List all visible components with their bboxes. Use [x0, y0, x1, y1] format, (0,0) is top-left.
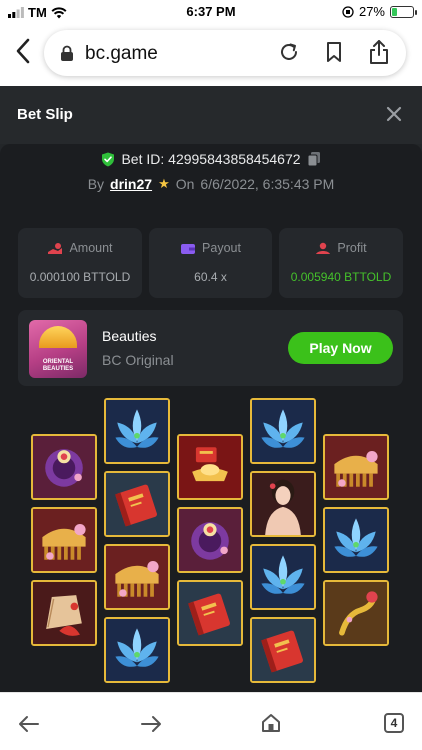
game-thumbnail[interactable]: ORIENTAL BEAUTIES — [29, 320, 87, 378]
reel-symbol-comb — [323, 434, 389, 500]
game-name: Beauties — [102, 328, 157, 344]
reel-symbol-book — [250, 617, 316, 683]
reload-icon[interactable] — [278, 41, 300, 63]
reel-symbol-lotus — [104, 617, 170, 683]
star-badge-icon: ★ — [158, 176, 170, 191]
bet-id: Bet ID: 42995843858454672 — [121, 151, 301, 167]
stat-payout-label: Payout — [202, 241, 241, 255]
bet-date: 6/6/2022, 6:35:43 PM — [200, 176, 335, 192]
stat-amount: Amount 0.000100 BTTOLD — [18, 228, 142, 298]
stat-profit-value: 0.005940 BTTOLD — [290, 270, 392, 284]
on-label: On — [175, 176, 195, 192]
address-bar[interactable]: bc.game — [44, 30, 406, 76]
back-chevron-icon[interactable] — [12, 36, 34, 66]
wallet-icon — [181, 243, 196, 254]
lock-icon — [61, 45, 73, 61]
slot-reels — [0, 398, 422, 692]
play-now-button[interactable]: Play Now — [288, 332, 393, 364]
reel-symbol-lotus — [250, 398, 316, 464]
bet-id-row: Bet ID: 42995843858454672 — [0, 151, 422, 167]
reel-symbol-comb — [104, 544, 170, 610]
back-arrow-icon[interactable] — [18, 715, 40, 733]
browser-toolbar: 4 — [0, 692, 422, 750]
reel-symbol-lotus — [323, 507, 389, 573]
reel-symbol-book — [104, 471, 170, 537]
bookmark-icon[interactable] — [324, 41, 344, 63]
copy-icon[interactable] — [307, 151, 321, 167]
game-card: ORIENTAL BEAUTIES Beauties BC Original P… — [18, 310, 403, 386]
reel-symbol-ring — [177, 507, 243, 573]
stat-profit: Profit 0.005940 BTTOLD — [279, 228, 403, 298]
stat-amount-label: Amount — [69, 241, 113, 255]
forward-arrow-icon[interactable] — [140, 715, 162, 733]
reel-symbol-fish-fan — [31, 580, 97, 646]
home-icon[interactable] — [261, 713, 281, 733]
username-link[interactable]: drin27 — [110, 176, 152, 192]
game-provider: BC Original — [102, 352, 174, 368]
reel-symbol-lady — [250, 471, 316, 537]
close-icon[interactable] — [384, 104, 404, 124]
verified-shield-icon — [102, 152, 115, 166]
tabs-button[interactable]: 4 — [384, 713, 404, 733]
battery-icon — [390, 5, 417, 18]
by-label: By — [87, 176, 105, 192]
game-thumbnail-logo: ORIENTAL BEAUTIES — [42, 359, 74, 372]
profit-icon — [316, 242, 331, 254]
bet-slip-page: Bet Slip Bet ID: 42995843858454672 By dr… — [0, 86, 422, 692]
orientation-lock-icon — [342, 5, 354, 18]
stat-amount-value: 0.000100 BTTOLD — [29, 270, 131, 284]
stat-payout: Payout 60.4 x — [149, 228, 272, 298]
status-right: 27% — [342, 4, 417, 19]
reel-symbol-comb — [31, 507, 97, 573]
stat-payout-value: 60.4 x — [194, 270, 227, 284]
stat-profit-label: Profit — [337, 241, 367, 255]
reel-symbol-lotus — [104, 398, 170, 464]
reel-symbol-ring — [31, 434, 97, 500]
url-text[interactable]: bc.game — [85, 43, 158, 65]
dollar-hand-icon — [48, 242, 63, 254]
reel-symbol-gold-ingot — [177, 434, 243, 500]
reel-symbol-hairpin — [323, 580, 389, 646]
reel-symbol-lotus — [250, 544, 316, 610]
by-row: By drin27 ★ On 6/6/2022, 6:35:43 PM — [0, 176, 422, 192]
share-icon[interactable] — [368, 39, 390, 65]
reel-symbol-book — [177, 580, 243, 646]
bet-slip-header: Bet Slip — [0, 86, 422, 144]
browser-bar: bc.game — [0, 24, 422, 86]
battery-percent: 27% — [358, 4, 385, 19]
status-bar: TM 6:37 PM 27% — [0, 0, 422, 24]
bet-slip-title: Bet Slip — [17, 106, 73, 123]
